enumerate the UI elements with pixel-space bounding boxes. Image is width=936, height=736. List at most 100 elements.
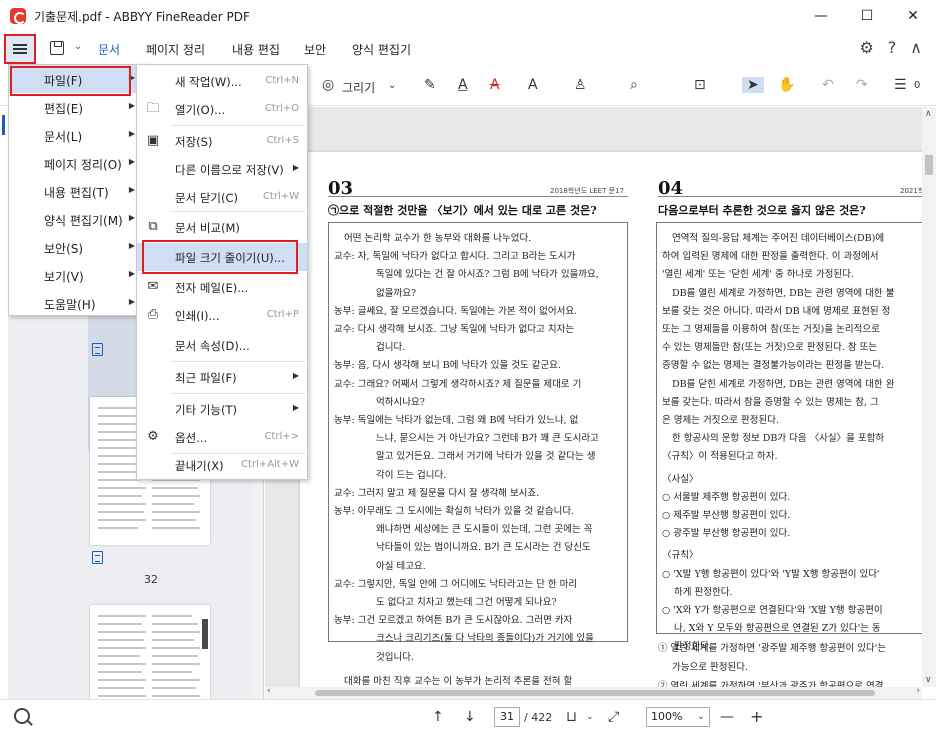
menu-item-document-properties[interactable]: 문서 속성(D)... [137, 331, 307, 359]
menu-item-help[interactable]: 도움말(H) ▶ [9, 289, 143, 317]
save-icon[interactable] [50, 41, 64, 55]
redo-icon[interactable]: ↷ [856, 77, 868, 93]
menu-item-print[interactable]: ⎙ 인쇄(I)... Ctrl+P [137, 301, 307, 329]
answer-choice-line: ① 열린 세계를 가정하면 '광주발 제주행 항공편이 있다'는 [658, 643, 887, 654]
fit-page-icon[interactable]: ⤢ [608, 709, 619, 725]
chevron-down-icon[interactable]: ⌄ [586, 712, 594, 722]
chevron-down-icon[interactable]: ⌄ [74, 41, 82, 52]
main-menu: 파일(F) ▶ 편집(E) ▶ 문서(L) ▶ 페이지 정리(O) ▶ 내용 편… [8, 64, 144, 316]
comments-icon[interactable]: ☰ [894, 77, 907, 93]
menu-item-email[interactable]: ✉ 전자 메일(E)... [137, 273, 307, 301]
question-rule [658, 196, 922, 197]
menu-item-form-editor[interactable]: 양식 편집기(M) ▶ [9, 205, 143, 233]
help-icon[interactable]: ? [888, 38, 897, 57]
scroll-up-icon[interactable]: ∧ [925, 109, 932, 119]
scroll-left-icon[interactable]: ‹ [267, 686, 271, 696]
submenu-arrow-icon: ▶ [128, 213, 135, 222]
search-icon[interactable] [14, 708, 30, 724]
submenu-arrow-icon: ▶ [292, 371, 299, 380]
zoom-select[interactable]: 100% ⌄ [646, 707, 710, 727]
answer-choice-line: ② 열린 세계를 가정하면 '부산과 광주가 항공편으로 연결 [658, 681, 884, 687]
document-text-line: 농부: 음, 다시 생각해 보니 B에 낙타가 있을 것도 같군요. [334, 360, 561, 372]
close-button[interactable]: ✕ [890, 0, 936, 32]
question-text: 다음으로부터 추론한 것으로 옳지 않은 것은? [658, 204, 866, 217]
document-text-line: 보를 갖는 것은 아니다. 따라서 DB 내에 명제로 표현된 정 [662, 305, 891, 317]
tab-security[interactable]: 보안 [304, 41, 326, 58]
menu-item-options[interactable]: ⚙ 옵션... Ctrl+> [137, 423, 307, 451]
menu-item-compare-documents[interactable]: ⧉ 문서 비교(M) [137, 213, 307, 241]
menu-item-page-organize[interactable]: 페이지 정리(O) ▶ [9, 149, 143, 177]
menu-item-content-edit[interactable]: 내용 편집(T) ▶ [9, 177, 143, 205]
collapse-ribbon-icon[interactable]: ∧ [910, 38, 922, 57]
menu-item-document[interactable]: 문서(L) ▶ [9, 121, 143, 149]
compare-icon: ⧉ [148, 219, 158, 234]
fit-width-icon[interactable]: ⊔ [566, 709, 577, 725]
edit-text-icon[interactable]: ⊡ [694, 77, 706, 93]
zoom-in-icon[interactable]: + [750, 707, 763, 726]
underline-text-icon[interactable]: A [458, 77, 468, 93]
rail-active-marker [2, 115, 5, 135]
question-source: 2018학년도 LEET 문17 [550, 187, 624, 195]
chevron-down-icon[interactable]: ⌄ [388, 80, 396, 91]
previous-page-icon[interactable]: ↑ [432, 709, 444, 725]
scroll-right-icon[interactable]: › [916, 686, 920, 696]
undo-icon[interactable]: ↶ [822, 77, 834, 93]
document-text-line: ○ 'X발 Y행 항공편이 있다'와 'Y발 X행 항공편이 있다' [662, 568, 880, 580]
select-tool-icon[interactable]: ➤ [742, 77, 764, 93]
document-text-line: 교수: 그렇지만, 독일 안에 그 어디에도 낙타라고는 단 한 마리 [334, 578, 578, 590]
search-page-icon[interactable]: ⌕ [630, 77, 638, 93]
hand-tool-icon[interactable]: ✋ [778, 77, 795, 93]
highlight-file-menu [10, 66, 131, 96]
menu-item-view[interactable]: 보기(V) ▶ [9, 261, 143, 289]
document-text-line: 교수: 그래요? 어째서 그렇게 생각하시죠? 제 질문을 제대로 기 [334, 378, 582, 390]
zoom-out-icon[interactable]: — [720, 709, 734, 725]
document-text-line: 〈규칙〉 [662, 550, 699, 562]
thumbnail-page-number: 32 [144, 573, 158, 586]
document-text-line: '열린 세계' 또는 '닫힌 세계' 중 하나로 가정된다. [662, 269, 854, 281]
print-icon: ⎙ [147, 307, 159, 322]
menu-item-other-features[interactable]: 기타 기능(T) ▶ [137, 395, 307, 423]
menu-item-edit[interactable]: 편집(E) ▶ [9, 93, 143, 121]
page-number-input[interactable]: 31 [494, 707, 520, 727]
menu-item-save-as[interactable]: 다른 이름으로 저장(V) ▶ [137, 155, 307, 183]
document-text-line: 농부: 독일에는 낙타가 없는데, 그럼 왜 B에 낙타가 있느냐, 없 [334, 415, 579, 426]
document-text-line: 수 있는 명제들만 참(또는 거짓)으로 판정된다. 참 또는 [662, 342, 878, 354]
answer-choice-line: 가능으로 판정된다. [672, 662, 748, 673]
document-text-line: 없을까요? [376, 287, 417, 299]
next-page-icon[interactable]: ↓ [464, 709, 476, 725]
menu-item-open[interactable]: 🗀 열기(O)... Ctrl+O [137, 95, 307, 123]
menu-item-exit[interactable]: 끝내기(X) Ctrl+Alt+W [137, 451, 307, 479]
scroll-thumb[interactable] [925, 155, 933, 175]
document-text-line: 억하시나요? [376, 396, 425, 408]
tab-content-edit[interactable]: 내용 편집 [232, 41, 280, 58]
tab-document[interactable]: 문서 [98, 41, 120, 58]
document-view[interactable]: 03 2018학년도 LEET 문17 ㉠으로 적절한 것만을 〈보기〉에서 있… [265, 107, 922, 687]
submenu-arrow-icon: ▶ [292, 403, 299, 412]
scroll-down-icon[interactable]: ∨ [925, 675, 932, 685]
draw-tool-label[interactable]: 그리기 [342, 79, 375, 96]
minimize-button[interactable]: — [798, 0, 844, 32]
tab-form-editor[interactable]: 양식 편집기 [352, 41, 411, 58]
vertical-scrollbar[interactable]: ∧ ∨ [922, 107, 936, 687]
menu-item-new-task[interactable]: 새 작업(W)... Ctrl+N [137, 67, 307, 95]
ribbon: ⌄ 문서 페이지 정리 내용 편집 보안 양식 편집기 ⚙ ? ∧ [0, 32, 936, 66]
maximize-button[interactable]: ☐ [844, 0, 890, 32]
menu-item-close-document[interactable]: 문서 닫기(C) Ctrl+W [137, 183, 307, 211]
gear-icon[interactable]: ⚙ [859, 38, 873, 57]
tab-page-organize[interactable]: 페이지 정리 [146, 41, 205, 58]
menu-item-save[interactable]: ▣ 저장(S) Ctrl+S [137, 127, 307, 155]
document-text-line: 겁니다. [376, 342, 406, 354]
text-insert-icon[interactable]: A [528, 77, 538, 93]
document-text-line: 하여 입력된 명제에 대한 판정을 출력한다. 이 과정에서 [662, 251, 879, 263]
stamp-icon[interactable]: ♙ [574, 77, 587, 93]
menu-item-security[interactable]: 보안(S) ▶ [9, 233, 143, 261]
document-text-line: 연역적 질의-응답 체계는 주어진 데이터베이스(DB)에 [672, 233, 885, 244]
strikethrough-text-icon[interactable]: A [490, 77, 500, 93]
menu-item-recent-files[interactable]: 최근 파일(F) ▶ [137, 363, 307, 391]
horizontal-scrollbar[interactable]: ‹ › [265, 686, 922, 699]
main-menu-button[interactable] [4, 34, 36, 64]
scroll-thumb[interactable] [315, 690, 875, 696]
highlighter-icon[interactable]: ✎ [424, 77, 436, 93]
thumbnail-page-33[interactable] [90, 605, 210, 707]
draw-tool-icon[interactable]: ◎ [322, 77, 334, 93]
